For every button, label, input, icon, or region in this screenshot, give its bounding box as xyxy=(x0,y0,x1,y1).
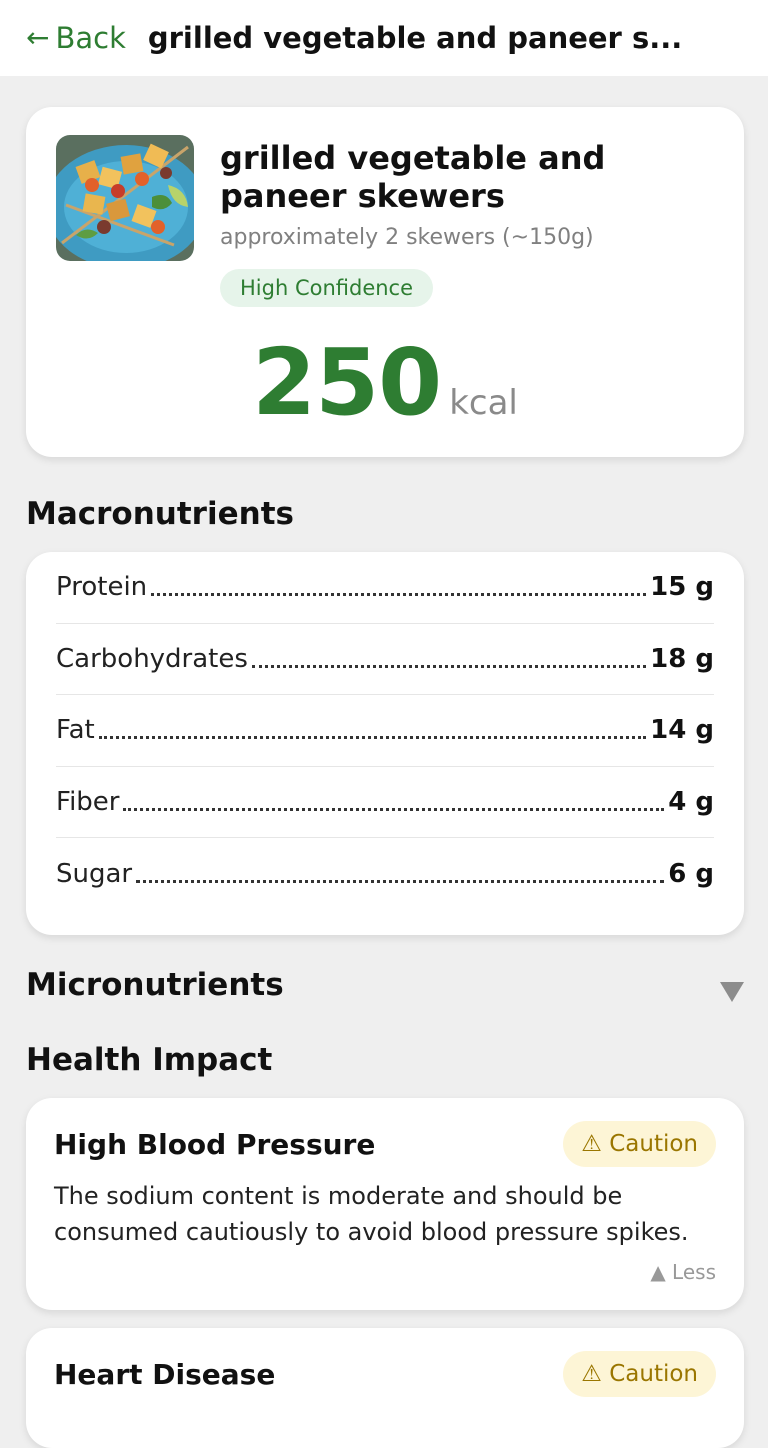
micronutrients-heading[interactable]: Micronutrients xyxy=(26,967,284,1003)
less-toggle[interactable]: ▲ Less xyxy=(650,1260,716,1284)
macro-row-protein: Protein 15 g xyxy=(56,552,714,624)
macro-row-fiber: Fiber 4 g xyxy=(56,767,714,838)
macro-value: 4 g xyxy=(668,786,714,817)
impact-title: High Blood Pressure xyxy=(54,1128,376,1161)
back-label: Back xyxy=(55,21,126,55)
health-impact-heading: Health Impact xyxy=(26,1042,273,1078)
food-summary-card: grilled vegetable and paneer skewers app… xyxy=(26,107,744,457)
macro-row-carbohydrates: Carbohydrates 18 g xyxy=(56,624,714,695)
health-impact-card: Heart Disease ⚠ Caution xyxy=(26,1328,744,1448)
macro-label: Sugar xyxy=(56,858,133,889)
calories-display: 250 kcal xyxy=(26,329,744,436)
caution-badge: ⚠ Caution xyxy=(563,1121,716,1167)
caution-badge: ⚠ Caution xyxy=(563,1351,716,1397)
macro-label: Fiber xyxy=(56,786,120,817)
impact-description: The sodium content is moderate and shoul… xyxy=(54,1182,689,1246)
macronutrients-heading: Macronutrients xyxy=(26,496,294,532)
dotted-leader xyxy=(136,857,665,883)
macro-label: Carbohydrates xyxy=(56,643,248,674)
health-impact-card: High Blood Pressure ⚠ Caution The sodium… xyxy=(26,1098,744,1310)
macro-label: Protein xyxy=(56,572,148,603)
dotted-leader xyxy=(151,570,647,597)
portion-size: approximately 2 skewers (~150g) xyxy=(220,225,594,250)
calories-value: 250 xyxy=(252,329,442,436)
macro-value: 15 g xyxy=(650,572,714,603)
macronutrients-card: Protein 15 g Carbohydrates 18 g Fat 14 g… xyxy=(26,552,744,935)
confidence-badge: High Confidence xyxy=(220,269,434,307)
dotted-leader xyxy=(98,713,647,740)
calories-unit: kcal xyxy=(449,383,518,423)
macro-value: 6 g xyxy=(668,858,714,889)
food-image xyxy=(56,135,194,261)
back-button[interactable]: ← Back xyxy=(26,21,126,55)
macro-value: 18 g xyxy=(650,643,714,674)
food-name: grilled vegetable and paneer skewers xyxy=(220,139,606,215)
top-bar: ← Back grilled vegetable and paneer s... xyxy=(0,0,768,76)
impact-title: Heart Disease xyxy=(54,1358,276,1391)
page-title: grilled vegetable and paneer s... xyxy=(147,21,683,55)
macro-row-fat: Fat 14 g xyxy=(56,695,714,767)
macro-row-sugar: Sugar 6 g xyxy=(56,838,714,910)
macro-value: 14 g xyxy=(650,715,714,746)
dotted-leader xyxy=(123,785,665,811)
dotted-leader xyxy=(251,642,647,668)
arrow-left-icon: ← xyxy=(26,21,50,54)
triangle-down-icon[interactable] xyxy=(718,978,746,1004)
macro-label: Fat xyxy=(56,715,95,746)
